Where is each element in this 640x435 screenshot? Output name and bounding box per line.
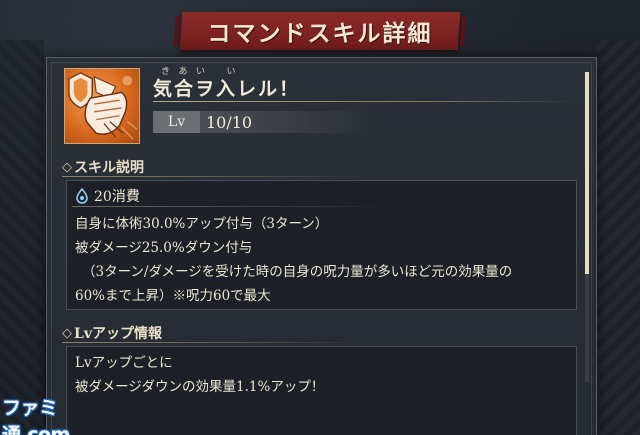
levelup-line: 被ダメージダウンの効果量1.1%アップ！ [75,379,325,395]
scrollbar-thumb[interactable] [585,72,589,274]
section-header-levelup: ◇ Lvアップ情報 [62,323,162,343]
skill-name: 気合ヲ入レル！ [153,78,301,100]
description-line: （3ターン/ダメージを受けた時の自身の呪力量が多いほど元の効果量の [82,264,513,280]
levelup-line: Lvアップごとに [75,355,173,371]
description-line: 60%まで上昇）※呪力60で最大 [75,288,271,304]
watermark-logo: ファミ通.com [2,397,70,435]
cost-divider [72,206,392,207]
skill-name-divider [153,101,573,102]
diamond-icon: ◇ [62,159,72,175]
cost-row: 20消費 [74,186,140,206]
section-title: スキル説明 [74,160,144,176]
cost-text: 20消費 [94,189,140,205]
description-line: 被ダメージ25.0%ダウン付与 [75,240,253,256]
background-pattern-left [0,40,44,435]
description-line: 自身に体術30.0%アップ付与（3ターン） [75,216,329,232]
level-label: Lv [153,111,200,133]
section-divider [62,176,362,177]
background-pattern-right [596,40,640,435]
section-divider [62,342,362,343]
level-value: 10/10 [206,112,253,132]
diamond-icon: ◇ [62,325,72,341]
section-title: Lvアップ情報 [74,326,162,342]
dialog-title: コマンドスキル詳細 [207,20,433,47]
fist-punch-icon [64,68,140,144]
section-header-description: ◇ スキル説明 [62,157,144,177]
cursed-energy-drop-icon [74,187,90,204]
